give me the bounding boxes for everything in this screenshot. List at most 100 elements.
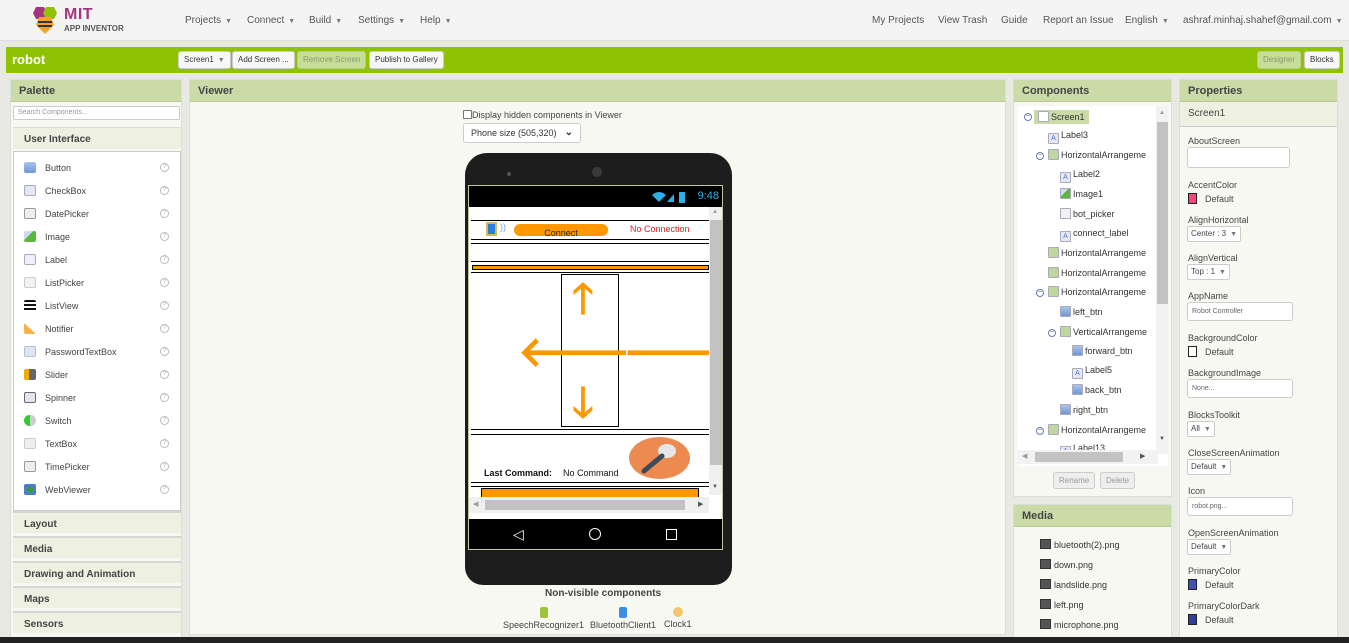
category-media[interactable]: Media	[13, 536, 181, 558]
tree-node[interactable]: A Label2	[1060, 169, 1100, 183]
account-menu[interactable]: ashraf.minhaj.shahef@gmail.com ▼	[1183, 15, 1343, 26]
background-color-picker[interactable]: Default	[1188, 346, 1234, 357]
scroll-thumb[interactable]	[710, 220, 722, 465]
palette-item-textbox[interactable]: TextBox?	[14, 434, 180, 454]
tree-node[interactable]: A Label3	[1048, 130, 1088, 144]
primary-color-dark-picker[interactable]: Default	[1188, 614, 1234, 625]
primary-color-picker[interactable]: Default	[1188, 579, 1234, 590]
viewer-vertical-scrollbar[interactable]: ▲ ▼	[709, 207, 722, 495]
tree-node[interactable]: left_btn	[1060, 306, 1103, 320]
scroll-down-icon[interactable]: ▼	[1159, 436, 1165, 442]
help-icon[interactable]: ?	[160, 416, 169, 425]
media-file[interactable]: landslide.png	[1040, 579, 1107, 590]
scroll-thumb[interactable]	[1157, 122, 1168, 304]
scroll-right-icon[interactable]: ▶	[698, 500, 703, 508]
help-icon[interactable]: ?	[160, 278, 169, 287]
help-icon[interactable]: ?	[160, 393, 169, 402]
open-animation-select[interactable]: Default ▼	[1187, 539, 1232, 555]
help-icon[interactable]: ?	[160, 439, 169, 448]
palette-item-webviewer[interactable]: WebViewer?	[14, 480, 180, 500]
add-screen-button[interactable]: Add Screen ...	[232, 51, 295, 69]
speech-recognizer-component[interactable]: SpeechRecognizer1	[503, 607, 584, 630]
help-icon[interactable]: ?	[160, 232, 169, 241]
palette-item-slider[interactable]: Slider?	[14, 365, 180, 385]
menu-projects[interactable]: Projects ▼	[185, 15, 232, 26]
background-image-input[interactable]: None...	[1187, 379, 1293, 398]
mit-app-inventor-logo[interactable]: MIT APP INVENTOR	[28, 5, 128, 35]
help-icon[interactable]: ?	[160, 209, 169, 218]
help-icon[interactable]: ?	[160, 462, 169, 471]
menu-help[interactable]: Help ▼	[420, 15, 452, 26]
tree-vertical-scrollbar[interactable]: ▲ ▼	[1156, 106, 1168, 454]
screen-select[interactable]: Screen1 ▼	[178, 51, 231, 69]
collapse-toggle-icon[interactable]: −	[1036, 426, 1044, 435]
tree-node[interactable]: right_btn	[1060, 404, 1108, 418]
palette-item-label[interactable]: Label?	[14, 250, 180, 270]
tree-node[interactable]: forward_btn	[1072, 345, 1133, 359]
align-vertical-select[interactable]: Top : 1 ▼	[1187, 264, 1230, 280]
collapse-toggle-icon[interactable]: −	[1024, 113, 1032, 121]
accent-color-picker[interactable]: Default	[1188, 193, 1234, 204]
help-icon[interactable]: ?	[160, 163, 169, 172]
remove-screen-button[interactable]: Remove Screen	[297, 51, 367, 69]
tree-node[interactable]: Screen1	[1034, 110, 1089, 124]
language-menu[interactable]: English ▼	[1125, 15, 1169, 26]
menu-connect[interactable]: Connect ▼	[247, 15, 295, 26]
palette-item-datepicker[interactable]: DatePicker?	[14, 204, 180, 224]
tree-node[interactable]: VerticalArrangeme	[1060, 325, 1147, 340]
link-view-trash[interactable]: View Trash	[938, 15, 987, 26]
collapse-toggle-icon[interactable]: −	[1048, 328, 1056, 337]
link-guide[interactable]: Guide	[1001, 15, 1028, 26]
bluetooth-client-component[interactable]: BluetoothClient1	[590, 607, 656, 630]
palette-item-button[interactable]: Button?	[14, 158, 180, 178]
tree-node[interactable]: HorizontalArrangeme	[1048, 266, 1146, 281]
help-icon[interactable]: ?	[160, 347, 169, 356]
scroll-up-icon[interactable]: ▲	[1159, 110, 1165, 116]
align-horizontal-select[interactable]: Center : 3 ▼	[1187, 226, 1242, 242]
category-layout[interactable]: Layout	[13, 511, 181, 533]
publish-gallery-button[interactable]: Publish to Gallery	[369, 51, 444, 69]
palette-item-image[interactable]: Image?	[14, 227, 180, 247]
back-button-arrow-down-icon[interactable]: 🡓	[572, 382, 594, 424]
clock-component[interactable]: Clock1	[664, 607, 692, 629]
tree-node[interactable]: HorizontalArrangeme	[1048, 286, 1146, 300]
left-button-arrow-left-icon[interactable]: 🡐	[518, 331, 631, 373]
category-drawing-animation[interactable]: Drawing and Animation	[13, 561, 181, 583]
category-user-interface[interactable]: User Interface	[13, 127, 181, 149]
tree-node[interactable]: Image1	[1060, 188, 1103, 202]
scroll-thumb[interactable]	[1035, 452, 1123, 462]
palette-item-listview[interactable]: ListView?	[14, 296, 180, 316]
tree-horizontal-scrollbar[interactable]: ◀ ▶	[1018, 450, 1158, 464]
help-icon[interactable]: ?	[160, 301, 169, 310]
microphone-button[interactable]	[629, 437, 690, 479]
tree-node[interactable]: A Label5	[1072, 365, 1112, 379]
scroll-down-icon[interactable]: ▼	[712, 484, 718, 490]
scroll-right-icon[interactable]: ▶	[1140, 452, 1145, 460]
palette-item-spinner[interactable]: Spinner?	[14, 388, 180, 408]
collapse-toggle-icon[interactable]: −	[1036, 152, 1044, 161]
connect-picker-button[interactable]: Connect	[514, 224, 608, 238]
help-icon[interactable]: ?	[160, 324, 169, 333]
palette-item-listpicker[interactable]: ListPicker?	[14, 273, 180, 293]
link-report-issue[interactable]: Report an Issue	[1043, 15, 1114, 26]
right-button-arrow-right-icon[interactable]: 🡒	[623, 331, 722, 373]
scroll-thumb[interactable]	[485, 500, 685, 510]
tree-node[interactable]: HorizontalArrangeme	[1048, 149, 1146, 163]
scroll-left-icon[interactable]: ◀	[1022, 452, 1027, 460]
help-icon[interactable]: ?	[160, 186, 169, 195]
scroll-up-icon[interactable]: ▲	[712, 209, 718, 215]
menu-build[interactable]: Build ▼	[309, 15, 342, 26]
help-icon[interactable]: ?	[160, 485, 169, 494]
tree-node[interactable]: HorizontalArrangeme	[1048, 423, 1146, 438]
checkbox-icon[interactable]	[463, 110, 472, 119]
about-screen-textarea[interactable]	[1187, 147, 1290, 168]
help-icon[interactable]: ?	[160, 255, 169, 264]
blocks-toolkit-select[interactable]: All ▼	[1187, 421, 1215, 437]
rename-button[interactable]: Rename	[1053, 472, 1096, 489]
media-file[interactable]: microphone.png	[1040, 619, 1119, 630]
media-file[interactable]: down.png	[1040, 559, 1093, 570]
tree-node[interactable]: back_btn	[1072, 384, 1122, 398]
palette-item-timepicker[interactable]: TimePicker?	[14, 457, 180, 477]
close-animation-select[interactable]: Default ▼	[1187, 459, 1232, 475]
category-maps[interactable]: Maps	[13, 586, 181, 608]
